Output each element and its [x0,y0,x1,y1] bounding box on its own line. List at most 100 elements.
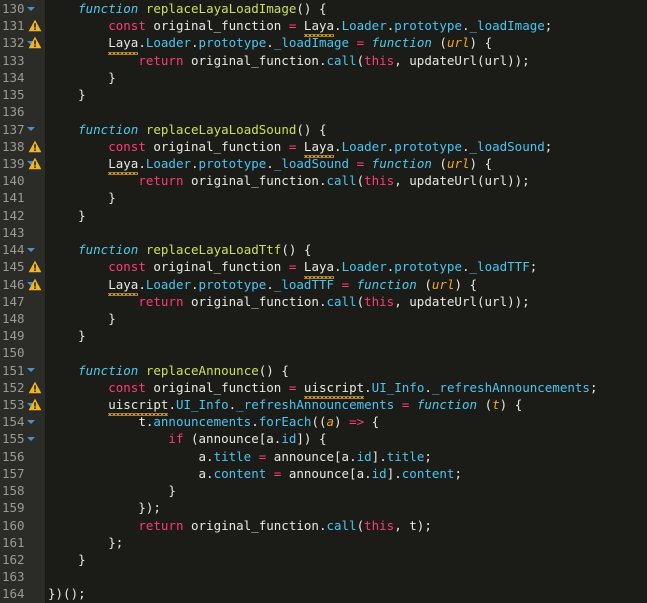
fold-arrow-icon[interactable] [27,368,35,373]
gutter-row[interactable]: 140 [0,172,45,189]
code-line[interactable]: function replaceLayaLoadImage() { [45,0,647,17]
gutter-row[interactable]: 163 [0,568,45,585]
code-line[interactable] [45,344,647,361]
fold-arrow-icon[interactable] [27,6,35,11]
code-token: announce[a [266,448,350,464]
gutter-row[interactable]: 136 [0,103,45,120]
warning-icon[interactable] [28,398,42,411]
code-line[interactable]: } [45,482,647,499]
code-token: original_function [145,379,289,395]
code-line[interactable]: Laya.Loader.prototype._loadImage = funct… [45,34,647,55]
code-line-text: const original_function = Laya.Loader.pr… [48,17,552,38]
gutter-row[interactable]: 152 [0,379,45,396]
warning-icon[interactable] [28,381,42,394]
code-line[interactable]: a.content = announce[a.id].content; [45,465,647,482]
gutter-row[interactable]: 147 [0,293,45,310]
gutter-row[interactable]: 156 [0,448,45,465]
warning-icon[interactable] [28,157,42,170]
code-line[interactable]: } [45,86,647,103]
code-line[interactable]: const original_function = uiscript.UI_In… [45,379,647,400]
code-line[interactable]: Laya.Loader.prototype._loadTTF = functio… [45,276,647,297]
code-line[interactable]: } [45,327,647,344]
code-line[interactable]: t.announcements.forEach((a) => { [45,413,647,430]
code-line[interactable] [45,224,647,241]
gutter-row[interactable]: 130 [0,0,45,17]
code-token: url [446,35,470,51]
code-line[interactable]: const original_function = Laya.Loader.pr… [45,138,647,159]
gutter-row[interactable]: 142 [0,207,45,224]
warning-icon[interactable] [28,36,42,49]
code-line[interactable]: const original_function = Laya.Loader.pr… [45,17,647,38]
warning-icon[interactable] [28,140,42,153]
gutter-row[interactable]: 164 [0,585,45,602]
code-line[interactable]: }; [45,534,647,551]
code-line[interactable]: if (announce[a.id]) { [45,430,647,447]
code-line[interactable]: } [45,551,647,568]
code-editor[interactable]: 130 131 132 133 134 135 136 137 138 139 140 141 142 1… [0,0,647,603]
code-line[interactable]: return original_function.call(this, upda… [45,52,647,69]
code-token: . [349,448,357,464]
line-number: 131 [2,18,25,34]
code-line[interactable]: } [45,189,647,206]
gutter-row[interactable]: 145 [0,258,45,275]
gutter-row[interactable]: 153 [0,396,45,413]
fold-arrow-icon[interactable] [27,436,35,441]
gutter-row[interactable]: 159 [0,499,45,516]
gutter-row[interactable]: 154 [0,413,45,430]
code-line[interactable]: const original_function = Laya.Loader.pr… [45,258,647,279]
gutter-row[interactable]: 139 [0,155,45,172]
code-token: , updateUrl(url)); [394,293,530,309]
code-line[interactable]: Laya.Loader.prototype._loadSound = funct… [45,155,647,176]
code-line[interactable]: function replaceAnnounce() { [45,362,647,379]
gutter-row[interactable]: 131 [0,17,45,34]
editor-gutter[interactable]: 130 131 132 133 134 135 136 137 138 139 140 141 142 1… [0,0,45,603]
gutter-row[interactable]: 149 [0,327,45,344]
gutter-row[interactable]: 150 [0,344,45,361]
code-content-area[interactable]: function replaceLayaLoadImage() { const … [45,0,647,603]
code-line[interactable]: }); [45,499,647,516]
gutter-row[interactable]: 144 [0,241,45,258]
code-token: . [364,379,372,395]
gutter-row[interactable]: 151 [0,362,45,379]
warning-icon[interactable] [28,278,42,291]
fold-arrow-icon[interactable] [27,419,35,424]
fold-arrow-icon[interactable] [27,127,35,132]
gutter-row[interactable]: 158 [0,482,45,499]
code-line[interactable] [45,568,647,585]
code-line[interactable]: a.title = announce[a.id].title; [45,448,647,465]
code-line[interactable]: function replaceLayaLoadSound() { [45,121,647,138]
code-token: => [349,414,365,430]
code-line[interactable]: return original_function.call(this, upda… [45,293,647,310]
code-line[interactable]: return original_function.call(this, upda… [45,172,647,189]
code-line[interactable]: } [45,69,647,86]
gutter-row[interactable]: 162 [0,551,45,568]
code-token: , t); [394,517,432,533]
code-line[interactable]: function replaceLayaLoadTtf() { [45,241,647,258]
code-line[interactable]: })(); [45,585,647,602]
gutter-row[interactable]: 143 [0,224,45,241]
code-token: prototype [198,276,267,292]
gutter-row[interactable]: 161 [0,534,45,551]
gutter-row[interactable]: 155 [0,430,45,447]
fold-arrow-icon[interactable] [27,247,35,252]
gutter-row[interactable]: 133 [0,52,45,69]
gutter-row[interactable]: 134 [0,69,45,86]
code-line[interactable]: return original_function.call(this, t); [45,517,647,534]
warning-icon[interactable] [28,260,42,273]
gutter-row[interactable]: 146 [0,276,45,293]
gutter-row[interactable]: 157 [0,465,45,482]
gutter-row[interactable]: 138 [0,138,45,155]
warning-icon[interactable] [28,19,42,32]
code-line[interactable]: uiscript.UI_Info._refreshAnnouncements =… [45,396,647,417]
code-line[interactable]: } [45,207,647,224]
gutter-row[interactable]: 137 [0,121,45,138]
gutter-row[interactable]: 160 [0,517,45,534]
gutter-row[interactable]: 148 [0,310,45,327]
code-line[interactable] [45,103,647,120]
gutter-row[interactable]: 135 [0,86,45,103]
gutter-row[interactable]: 132 [0,34,45,51]
gutter-row[interactable]: 141 [0,189,45,206]
code-line[interactable]: } [45,310,647,327]
line-number: 150 [2,345,25,361]
